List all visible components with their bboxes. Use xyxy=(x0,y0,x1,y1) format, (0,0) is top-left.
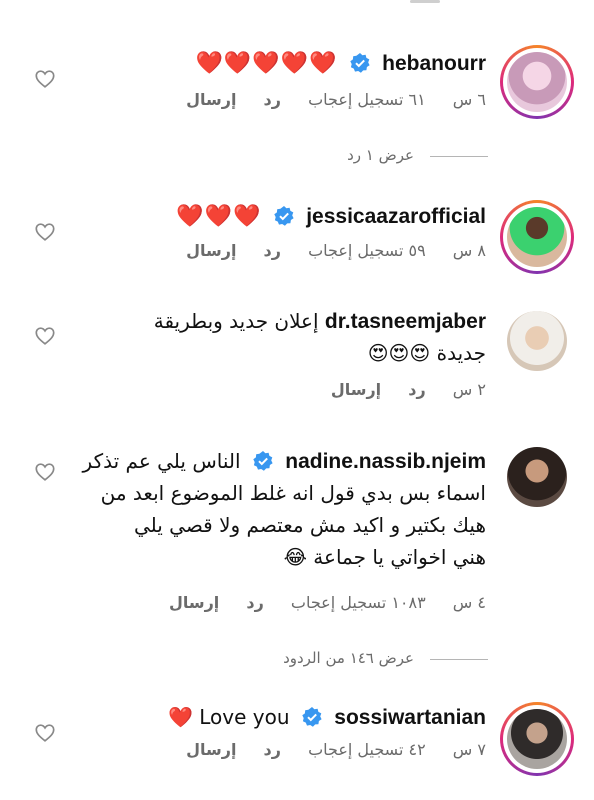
comment-text-continued: هني اخواتي يا جماعة 😂 xyxy=(283,545,486,569)
comment-text: إعلان جديد وبطريقة xyxy=(153,309,319,333)
comment-time: ٦ س xyxy=(452,90,486,109)
comment-header: jessicaazarofficial ❤️❤️❤️ xyxy=(176,201,486,232)
comment-text: الناس يلي عم تذكر xyxy=(82,449,241,473)
avatar[interactable] xyxy=(500,45,574,119)
like-count[interactable]: ٤٢ تسجيل إعجاب xyxy=(308,740,426,759)
username[interactable]: hebanourr xyxy=(382,52,486,75)
comment-meta: ٦ س ٦١ تسجيل إعجاب رد إرسال xyxy=(164,90,486,109)
like-heart-icon[interactable] xyxy=(34,68,56,90)
comment-text: Love you ❤️ xyxy=(168,705,290,729)
comment-meta: ٢ س رد إرسال xyxy=(309,380,486,399)
comment-header: nadine.nassib.njeim الناس يلي عم تذكر xyxy=(83,446,486,477)
view-replies-link[interactable]: عرض ١٤٦ من الردود xyxy=(283,649,414,667)
comment-meta: ٧ س ٤٢ تسجيل إعجاب رد إرسال xyxy=(164,740,486,759)
like-heart-icon[interactable] xyxy=(34,461,56,483)
reply-button[interactable]: رد xyxy=(264,90,281,109)
verified-badge-icon xyxy=(350,53,370,73)
verified-badge-icon xyxy=(274,206,294,226)
reply-button[interactable]: رد xyxy=(246,593,263,612)
like-count[interactable]: ٥٩ تسجيل إعجاب xyxy=(308,241,426,260)
comment-meta: ٤ س ١٠٨٣ تسجيل إعجاب رد إرسال xyxy=(147,593,486,612)
reply-button[interactable]: رد xyxy=(264,241,281,260)
like-heart-icon[interactable] xyxy=(34,325,56,347)
comment-header: hebanourr ❤️❤️❤️❤️❤️ xyxy=(195,48,486,79)
like-count[interactable]: ٦١ تسجيل إعجاب xyxy=(308,90,426,109)
username[interactable]: jessicaazarofficial xyxy=(306,205,486,228)
comment-time: ٢ س xyxy=(452,380,486,399)
send-button[interactable]: إرسال xyxy=(169,593,219,612)
view-replies-line xyxy=(430,659,488,660)
avatar[interactable] xyxy=(500,304,574,378)
verified-badge-icon xyxy=(302,707,322,727)
avatar[interactable] xyxy=(500,702,574,776)
username[interactable]: dr.tasneemjaber xyxy=(325,310,486,333)
comment-header: dr.tasneemjaber إعلان جديد وبطريقة xyxy=(154,306,486,337)
reply-button[interactable]: رد xyxy=(264,740,281,759)
comment-text-continued: هيك بكتير و اكيد مش معتصم ولا قصي يلي xyxy=(133,513,486,537)
comment-time: ٤ س xyxy=(452,593,486,612)
comment-text: ❤️❤️❤️❤️❤️ xyxy=(195,51,338,76)
send-button[interactable]: إرسال xyxy=(186,740,236,759)
comment-text-continued: جديدة 😍😍😍 xyxy=(367,341,486,365)
like-count[interactable]: ١٠٨٣ تسجيل إعجاب xyxy=(291,593,426,612)
reply-button[interactable]: رد xyxy=(408,380,425,399)
comment-time: ٨ س xyxy=(452,241,486,260)
send-button[interactable]: إرسال xyxy=(186,90,236,109)
comment-meta: ٨ س ٥٩ تسجيل إعجاب رد إرسال xyxy=(164,241,486,260)
comment-header: sossiwartanian Love you ❤️ xyxy=(168,702,486,733)
top-divider xyxy=(410,0,440,3)
view-replies-line xyxy=(430,156,488,157)
like-heart-icon[interactable] xyxy=(34,722,56,744)
username[interactable]: sossiwartanian xyxy=(334,706,486,729)
avatar[interactable] xyxy=(500,440,574,514)
username[interactable]: nadine.nassib.njeim xyxy=(285,450,486,473)
like-heart-icon[interactable] xyxy=(34,221,56,243)
send-button[interactable]: إرسال xyxy=(186,241,236,260)
send-button[interactable]: إرسال xyxy=(331,380,381,399)
verified-badge-icon xyxy=(253,451,273,471)
comment-text: ❤️❤️❤️ xyxy=(176,204,262,229)
avatar[interactable] xyxy=(500,200,574,274)
comment-time: ٧ س xyxy=(452,740,486,759)
view-replies-link[interactable]: عرض ١ رد xyxy=(347,146,414,164)
comment-text-continued: اسماء بس بدي قول انه غلط الموضوع ابعد من xyxy=(100,481,486,505)
